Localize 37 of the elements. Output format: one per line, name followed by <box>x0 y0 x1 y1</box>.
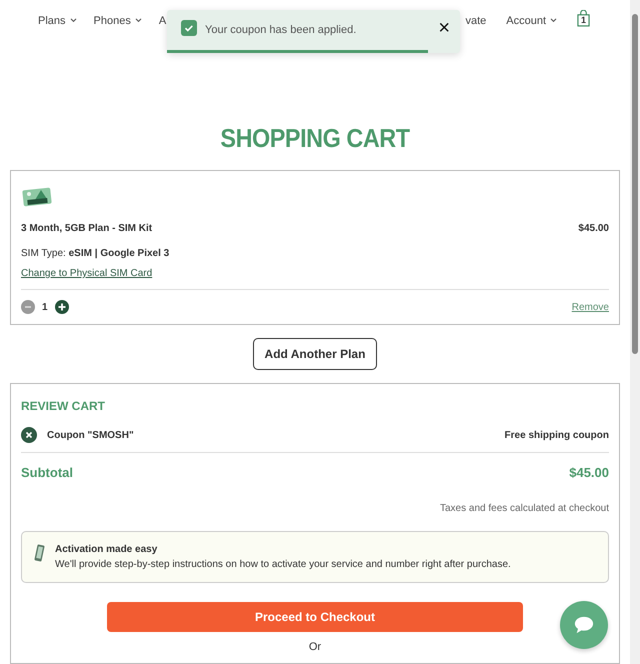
nav-link[interactable]: Plans <box>38 13 77 28</box>
quantity-value: 1 <box>42 302 48 312</box>
change-sim-link[interactable]: Change to Physical SIM Card <box>21 268 152 279</box>
subtotal-amount: $45.00 <box>569 465 609 480</box>
section-heading: REVIEW CART <box>21 399 106 413</box>
plus-button[interactable] <box>54 300 69 314</box>
nav-link[interactable]: Account <box>506 13 557 28</box>
nav-link[interactable]: A <box>158 13 166 28</box>
chat-bubble-icon <box>573 615 595 635</box>
plan-price: $45.00 <box>578 223 609 234</box>
page-title: SHOPPING CART <box>219 123 411 154</box>
phone-icon <box>34 544 45 562</box>
minus-button[interactable] <box>21 300 35 314</box>
subtotal-label: Subtotal <box>21 465 73 480</box>
info-text: We'll provide step-by-step instructions on how to activate your service and number right after purchase. <box>55 559 511 570</box>
coupon-description: Free shipping coupon <box>504 430 609 440</box>
chevron-icon <box>134 18 142 23</box>
coupon-code: Coupon "SMOSH" <box>47 430 134 440</box>
add-plan-button[interactable]: Add Another Plan <box>252 338 378 370</box>
sim-kit-icon <box>21 185 53 209</box>
remove-coupon-button[interactable] <box>21 427 37 443</box>
cart-button[interactable]: 1 <box>577 10 590 27</box>
nav-link[interactable]: vate <box>465 13 486 28</box>
taxes-note: Taxes and fees calculated at checkout <box>440 503 609 514</box>
plan-name: 3 Month, 5GB Plan - SIM Kit <box>21 223 152 234</box>
close-button[interactable]: × <box>438 18 450 38</box>
toast-message: Your coupon has been applied. <box>205 24 356 36</box>
check-icon <box>181 20 197 36</box>
nav-link[interactable]: Phones <box>94 13 142 28</box>
chat-button[interactable] <box>560 601 608 649</box>
info-title: Activation made easy <box>55 544 158 555</box>
chevron-icon <box>70 18 77 23</box>
or-text: Or <box>308 641 322 653</box>
scrollbar[interactable] <box>630 0 640 664</box>
chevron-icon <box>550 18 557 23</box>
sim-type: SIM Type: eSIM | Google Pixel 3 <box>21 248 170 259</box>
remove-link[interactable]: Remove <box>572 302 609 312</box>
